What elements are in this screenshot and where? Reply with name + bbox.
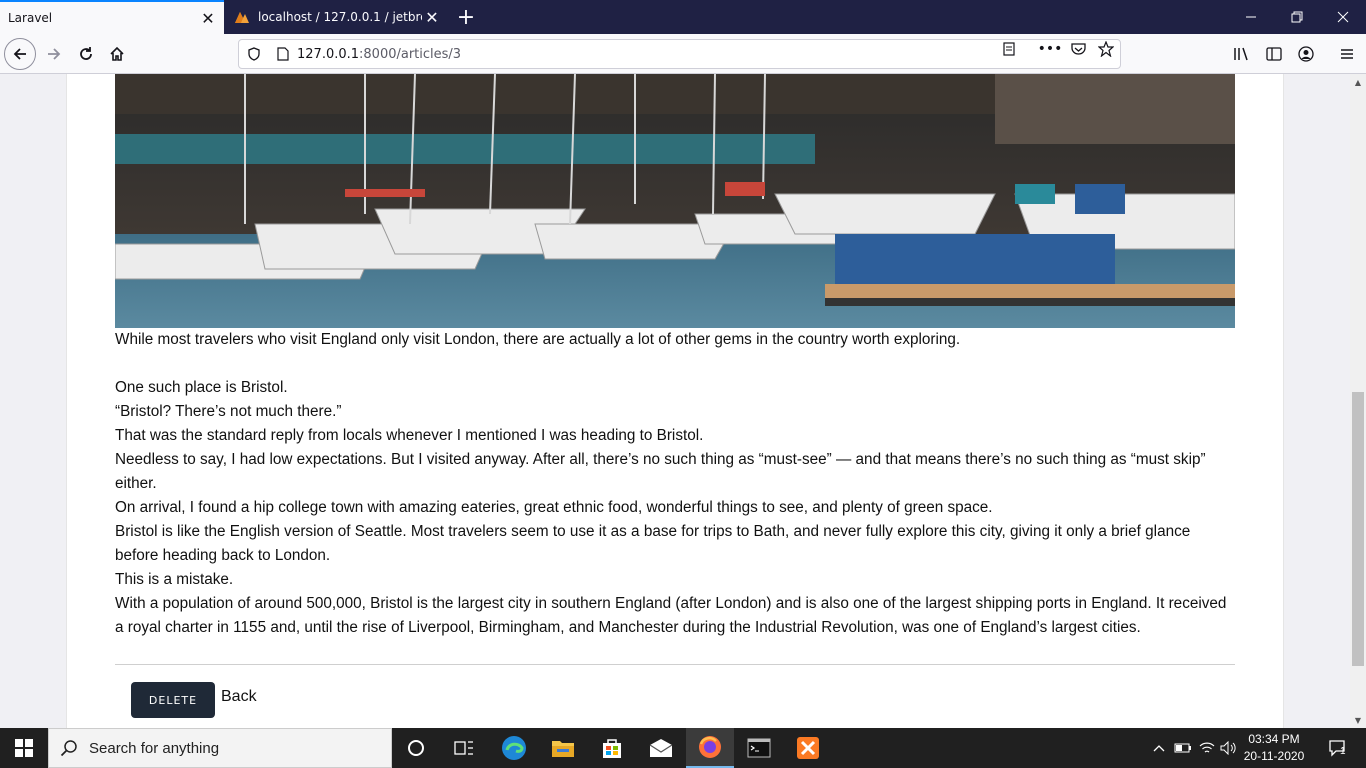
article-paragraph: “Bristol? There’s not much there.”	[115, 403, 342, 420]
close-icon[interactable]: ✕	[198, 8, 218, 28]
scroll-up-arrow-icon[interactable]: ▲	[1350, 74, 1366, 90]
harbour-photo	[115, 74, 1235, 328]
task-view-icon[interactable]	[440, 728, 488, 768]
back-button[interactable]	[4, 38, 36, 70]
hamburger-menu-icon	[1341, 49, 1353, 59]
clock-time: 03:34 PM	[1248, 732, 1300, 746]
restore-button[interactable]	[1274, 0, 1320, 34]
store-icon[interactable]	[588, 728, 636, 768]
article-paragraph: This is a mistake.	[115, 571, 234, 588]
nav-bar: 127.0.0.1:8000/articles/3 •••	[0, 34, 1366, 74]
pocket-icon[interactable]	[1069, 40, 1087, 58]
sidebar-button[interactable]	[1258, 38, 1290, 70]
home-icon	[110, 46, 124, 61]
library-icon	[1234, 47, 1248, 61]
wifi-icon[interactable]	[1196, 728, 1218, 768]
page-scrollbar[interactable]: ▲ ▼	[1350, 74, 1366, 728]
arrow-right-icon	[48, 48, 61, 60]
reload-button[interactable]	[70, 38, 102, 70]
article-card: While most travelers who visit England o…	[66, 74, 1284, 728]
more-actions-icon[interactable]: •••	[1038, 40, 1063, 58]
tab-laravel[interactable]: Laravel ✕	[0, 0, 224, 34]
taskbar-search[interactable]: Search for anything	[48, 728, 392, 768]
close-window-button[interactable]	[1320, 0, 1366, 34]
notification-center-button[interactable]: 1	[1318, 728, 1358, 768]
phpmyadmin-icon	[235, 12, 249, 23]
article-paragraph: With a population of around 500,000, Bri…	[115, 595, 1227, 636]
xampp-icon[interactable]	[784, 728, 832, 768]
reader-view-icon[interactable]	[1000, 40, 1018, 58]
article-intro: While most travelers who visit England o…	[115, 331, 961, 348]
scroll-thumb[interactable]	[1352, 392, 1364, 666]
edge-browser-icon[interactable]	[490, 728, 538, 768]
minimize-button[interactable]	[1228, 0, 1274, 34]
close-icon[interactable]: ✕	[422, 7, 442, 27]
scroll-down-arrow-icon[interactable]: ▼	[1350, 712, 1366, 728]
sidebar-icon	[1266, 47, 1282, 61]
article-paragraph: Bristol is like the English version of S…	[115, 523, 1191, 564]
article-paragraph: That was the standard reply from locals …	[115, 427, 704, 444]
search-icon	[49, 739, 89, 757]
start-button[interactable]	[0, 728, 48, 768]
clock-date: 20-11-2020	[1243, 749, 1305, 763]
delete-button[interactable]: DELETE	[131, 682, 215, 718]
tab-phpmyadmin[interactable]: localhost / 127.0.0.1 / jetbread ✕	[224, 0, 448, 34]
url-path: :8000/articles/3	[359, 46, 462, 62]
back-link[interactable]: Back	[221, 688, 257, 706]
taskbar: Search for anything 03:34 PM 20-11-2020	[0, 728, 1366, 768]
firefox-icon[interactable]	[686, 728, 734, 768]
url-host: 127.0.0.1	[297, 46, 360, 62]
terminal-icon[interactable]	[735, 728, 783, 768]
shield-icon[interactable]	[239, 47, 269, 61]
chevron-up-icon[interactable]	[1148, 728, 1170, 768]
page-viewport: While most travelers who visit England o…	[0, 74, 1350, 728]
battery-icon[interactable]	[1172, 728, 1194, 768]
article-paragraph: On arrival, I found a hip college town w…	[115, 499, 993, 516]
article-paragraph: One such place is Bristol.	[115, 379, 288, 396]
tab-title: Laravel	[8, 11, 53, 25]
tab-title: localhost / 127.0.0.1 / jetbread	[258, 10, 422, 24]
page-icon[interactable]	[269, 47, 297, 61]
windows-logo-icon	[15, 739, 33, 757]
url-bar[interactable]: 127.0.0.1:8000/articles/3	[238, 39, 1121, 69]
home-button[interactable]	[101, 38, 133, 70]
content-divider	[115, 664, 1235, 665]
forward-button[interactable]	[38, 38, 70, 70]
notification-badge: 1	[1340, 746, 1346, 757]
menu-button[interactable]	[1331, 38, 1363, 70]
arrow-left-icon	[13, 48, 26, 60]
mail-icon[interactable]	[637, 728, 685, 768]
article-paragraph: Needless to say, I had low expectations.…	[115, 451, 1206, 492]
article-body: While most travelers who visit England o…	[115, 328, 1235, 640]
reload-icon	[80, 47, 92, 60]
bookmark-star-icon[interactable]	[1097, 40, 1115, 58]
account-icon	[1298, 46, 1314, 62]
file-explorer-icon[interactable]	[539, 728, 587, 768]
library-button[interactable]	[1226, 38, 1258, 70]
new-tab-button[interactable]: +	[452, 3, 480, 31]
system-clock[interactable]: 03:34 PM 20-11-2020	[1236, 731, 1312, 765]
tab-strip: Laravel ✕ localhost / 127.0.0.1 / jetbre…	[0, 0, 1366, 34]
account-button[interactable]	[1290, 38, 1322, 70]
cortana-icon[interactable]	[392, 728, 440, 768]
search-placeholder: Search for anything	[89, 739, 220, 757]
